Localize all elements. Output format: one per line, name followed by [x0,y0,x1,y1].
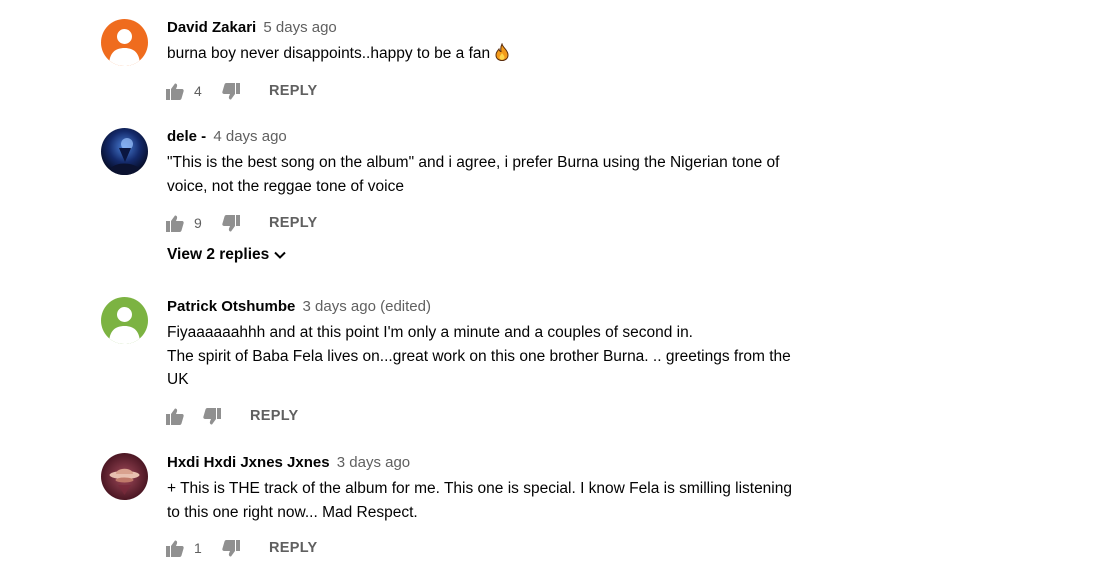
comment-line: + This is THE track of the album for me.… [167,480,792,497]
comment-line: The spirit of Baba Fela lives on...great… [167,347,791,365]
comment-line: burna boy never disappoints..happy to be… [167,45,491,62]
comment-text: + This is THE track of the album for me.… [167,477,847,524]
comment-header: Hxdi Hxdi Jxnes Jxnes 3 days ago [167,453,847,473]
thumbs-down-icon [222,82,240,99]
comment-text: "This is the best song on the album" and… [167,151,847,198]
reply-button[interactable]: REPLY [269,215,318,231]
thumbs-up-icon [166,408,184,425]
like-button[interactable] [166,408,184,425]
reply-button[interactable]: REPLY [269,540,318,556]
comment-timestamp[interactable]: 3 days ago [337,454,410,471]
dislike-button[interactable] [222,539,240,557]
thumbs-up-icon [166,215,184,232]
thumbs-up-icon [166,83,184,100]
fire-emoji-icon [494,42,510,69]
comment-line: voice, not the reggae tone of voice [167,177,404,195]
comment-author[interactable]: Patrick Otshumbe [167,298,295,315]
thumbs-down-icon [222,214,240,231]
comment-text: Fiyaaaaaahhh and at this point I'm only … [167,321,847,392]
comment-author[interactable]: David Zakari [167,19,256,36]
avatar[interactable] [101,128,148,175]
comment-header: Patrick Otshumbe 3 days ago (edited) [167,297,847,317]
reply-button[interactable]: REPLY [250,408,299,424]
comment-timestamp[interactable]: 4 days ago [213,128,286,145]
comment-author[interactable]: dele - [167,128,206,145]
comment-text: burna boy never disappoints..happy to be… [167,42,847,69]
comment-actions: 9 REPLY [166,212,318,234]
chevron-down-icon [274,251,286,259]
comment-line: to this one right now... Mad Respect. [167,503,418,521]
like-count: 1 [194,540,202,556]
comment-header: David Zakari 5 days ago [167,18,847,38]
comment-line: Fiyaaaaaahhh and at this point I'm only … [167,324,693,341]
comment-line: "This is the best song on the album" and… [167,154,780,171]
comment-timestamp[interactable]: 3 days ago (edited) [303,298,431,315]
dislike-button[interactable] [203,407,221,425]
comment-actions: 4 REPLY [166,80,318,102]
reply-button[interactable]: REPLY [269,83,318,99]
dislike-button[interactable] [222,214,240,232]
dislike-button[interactable] [222,82,240,100]
comment-header: dele - 4 days ago [167,127,847,147]
thumbs-down-icon [222,539,240,556]
avatar[interactable] [101,297,148,344]
comment-actions: REPLY [166,405,299,427]
comment-author[interactable]: Hxdi Hxdi Jxnes Jxnes [167,454,330,471]
avatar[interactable] [101,453,148,500]
like-button[interactable]: 1 [166,540,210,557]
view-replies-label: View 2 replies [167,246,270,263]
thumbs-up-icon [166,540,184,557]
like-count: 4 [194,83,202,99]
comment-line: UK [167,371,189,388]
like-button[interactable]: 4 [166,83,210,100]
like-count: 9 [194,215,202,231]
comment-actions: 1 REPLY [166,537,318,559]
comment-timestamp[interactable]: 5 days ago [263,19,336,36]
view-replies-button[interactable]: View 2 replies [167,246,286,264]
like-button[interactable]: 9 [166,215,210,232]
avatar[interactable] [101,19,148,66]
thumbs-down-icon [203,407,221,424]
